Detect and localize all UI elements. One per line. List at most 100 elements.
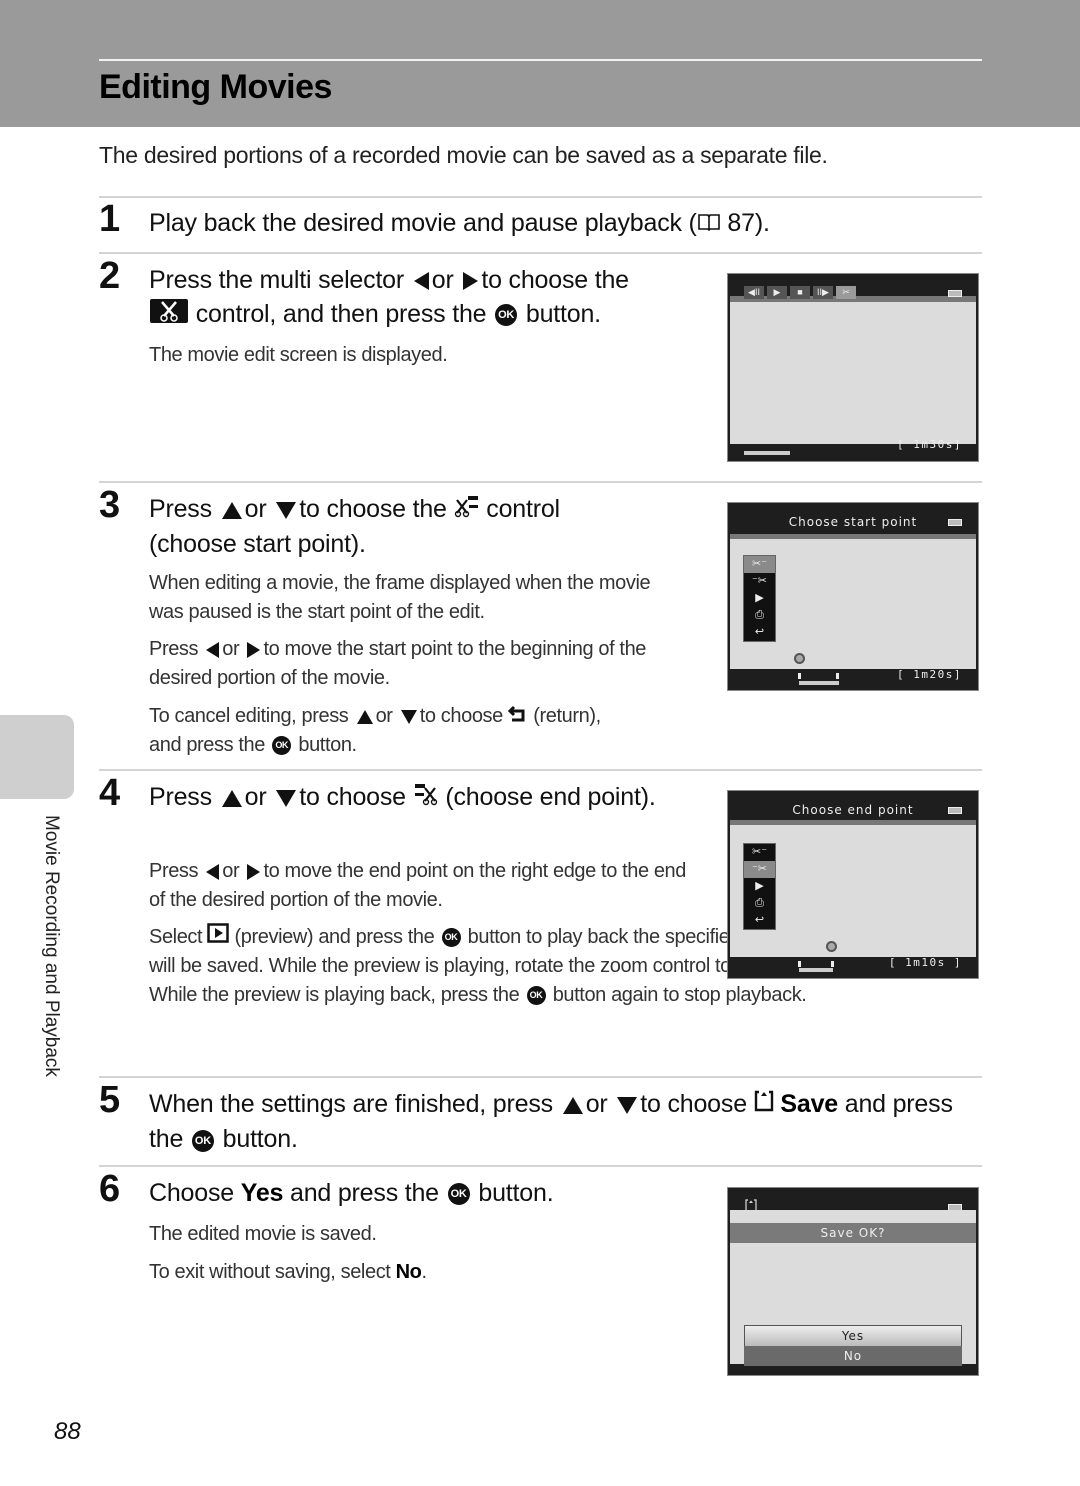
heading-text: and press the	[290, 1179, 439, 1207]
body-text: (return),	[533, 705, 601, 727]
right-arrow-icon	[463, 272, 479, 291]
yes-option[interactable]: Yes	[744, 1325, 962, 1347]
time-remaining: [ 1m10s ]	[888, 956, 962, 969]
save-confirm-title: Save OK?	[730, 1223, 976, 1243]
step-number: 4	[99, 772, 121, 814]
no-option[interactable]: No	[744, 1346, 962, 1366]
battery-icon	[948, 290, 962, 297]
heading-text: control	[486, 495, 560, 523]
edit-scissors-icon[interactable]: ✂	[836, 286, 856, 299]
preview-icon[interactable]: ▶	[744, 590, 775, 607]
body-text: button again to stop playback.	[552, 984, 807, 1007]
section-label: Movie Recording and Playback	[41, 815, 62, 1077]
chapter-header: Editing Movies	[0, 0, 1080, 127]
left-arrow-icon	[206, 863, 220, 880]
body-text: to choose	[419, 705, 504, 727]
heading-text: Choose	[149, 1179, 234, 1207]
body-text: To exit without saving, select	[149, 1261, 391, 1283]
camera-screen-save: Save OK? Yes No	[727, 1187, 979, 1376]
body-text: or	[222, 860, 240, 882]
step-6-note: To exit without saving, select No.	[149, 1258, 427, 1287]
time-remaining: [ 1m20s]	[897, 668, 962, 681]
step-2-heading: Press the multi selector or to choose th…	[149, 263, 709, 333]
end-marker	[836, 673, 839, 679]
start-marker	[798, 673, 801, 679]
header-rule	[99, 59, 982, 61]
return-icon[interactable]: ↩	[744, 912, 775, 929]
divider	[99, 769, 982, 771]
heading-text: Play back the desired movie and pause pl…	[149, 209, 697, 237]
page-title: Editing Movies	[99, 68, 332, 106]
camera-screen-end-point: Choose end point ✂⁻ ⁻✂ ▶ ⎙ ↩ [ 1m10s ]	[727, 790, 979, 979]
step-1-heading: Play back the desired movie and pause pl…	[149, 206, 770, 241]
down-arrow-icon	[617, 1096, 638, 1114]
heading-text: control, and then press the	[195, 300, 487, 328]
preview-icon[interactable]: ▶	[744, 878, 775, 895]
choose-start-point-icon[interactable]: ✂⁻	[744, 844, 775, 861]
yes-label: Yes	[240, 1179, 284, 1207]
step-3-note: Press or to move the start point to the …	[149, 635, 699, 693]
body-text: or	[222, 638, 240, 660]
left-arrow-icon	[413, 272, 429, 291]
heading-text: or	[244, 783, 267, 811]
down-arrow-icon	[276, 789, 297, 807]
heading-text: to choose	[640, 1090, 747, 1118]
step-number: 5	[99, 1079, 121, 1121]
save-label: Save	[780, 1090, 838, 1118]
scissors-control-icon	[149, 298, 189, 333]
body-text: (preview) and press the	[234, 926, 435, 948]
preview-icon	[207, 923, 230, 952]
battery-icon	[948, 807, 962, 814]
up-arrow-icon	[221, 501, 242, 519]
step-3-note: When editing a movie, the frame displaye…	[149, 572, 651, 623]
right-arrow-icon	[247, 641, 261, 658]
body-text: Press	[149, 638, 199, 660]
heading-text: to choose the	[481, 266, 629, 294]
return-icon[interactable]: ↩	[744, 624, 775, 641]
heading-text: button.	[525, 300, 601, 328]
heading-text: to choose	[299, 783, 406, 811]
multi-selector-icon	[826, 941, 837, 952]
progress-bar	[799, 681, 839, 685]
step-number: 6	[99, 1168, 121, 1210]
step-6-heading: Choose Yes and press the OK button.	[149, 1176, 554, 1210]
body-text: .	[421, 1261, 428, 1283]
heading-text: When the settings are finished, press	[149, 1090, 553, 1118]
step-3-note: To cancel editing, press or to choose (r…	[149, 702, 699, 760]
ok-button-icon: OK	[526, 986, 546, 1006]
battery-icon	[948, 519, 962, 526]
play-icon[interactable]: ▶	[767, 286, 787, 299]
body-text: Press	[149, 860, 199, 882]
divider	[99, 1165, 982, 1167]
body-text: To cancel editing, press	[149, 705, 349, 727]
book-reference-icon	[697, 207, 721, 241]
body-text: Select	[149, 926, 203, 948]
save-icon[interactable]: ⎙	[744, 895, 775, 912]
save-icon	[754, 1088, 774, 1122]
ok-button-icon: OK	[272, 736, 292, 756]
camera-screen-start-point: Choose start point ✂⁻ ⁻✂ ▶ ⎙ ↩ [ 1m20s]	[727, 502, 979, 691]
choose-start-point-icon[interactable]: ✂⁻	[744, 556, 775, 573]
advance-frame-icon[interactable]: II▶	[813, 286, 833, 299]
choose-end-point-icon	[413, 781, 439, 815]
screen-display	[730, 301, 976, 444]
down-arrow-icon	[276, 501, 297, 519]
step-2-note: The movie edit screen is displayed.	[149, 344, 448, 366]
step-4-note: Press or to move the end point on the ri…	[149, 857, 699, 915]
choose-end-point-icon[interactable]: ⁻✂	[744, 861, 775, 878]
left-arrow-icon	[206, 641, 220, 658]
stop-icon[interactable]: ■	[790, 286, 810, 299]
choose-end-point-icon[interactable]: ⁻✂	[744, 573, 775, 590]
heading-text: button.	[478, 1179, 554, 1207]
page-number: 88	[54, 1418, 81, 1445]
divider	[99, 1076, 982, 1078]
rewind-frame-icon[interactable]: ◀II	[744, 286, 764, 299]
heading-text: Press	[149, 783, 212, 811]
multi-selector-icon	[794, 653, 805, 664]
no-label: No	[395, 1261, 422, 1283]
reference-page[interactable]: 87	[727, 209, 755, 237]
save-icon[interactable]: ⎙	[744, 607, 775, 624]
right-arrow-icon	[247, 863, 261, 880]
body-text: and press the	[149, 734, 265, 757]
progress-bar	[799, 968, 833, 972]
